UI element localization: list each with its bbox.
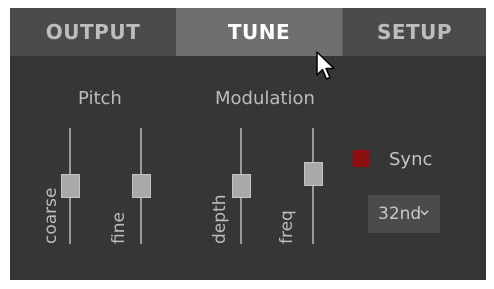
fine-slider-label: fine xyxy=(109,212,129,244)
tab-setup[interactable]: SETUP xyxy=(342,8,486,56)
chevron-down-icon xyxy=(420,210,429,216)
coarse-slider-label: coarse xyxy=(41,187,61,244)
sync-label: Sync xyxy=(389,149,433,170)
app-window: OUTPUT TUNE SETUP Pitch Modulation coars… xyxy=(0,0,494,289)
modulation-section-label: Modulation xyxy=(215,88,315,109)
coarse-slider-handle[interactable] xyxy=(61,174,80,198)
freq-slider[interactable] xyxy=(312,128,314,244)
tab-output[interactable]: OUTPUT xyxy=(10,8,176,56)
fine-slider-handle[interactable] xyxy=(132,174,151,198)
sync-rate-value: 32nd xyxy=(378,204,422,224)
tune-panel: OUTPUT TUNE SETUP Pitch Modulation coars… xyxy=(10,8,486,280)
freq-slider-label: freq xyxy=(277,210,297,244)
mouse-cursor-icon xyxy=(316,51,335,80)
sync-rate-dropdown[interactable]: 32nd xyxy=(368,195,440,233)
pitch-section-label: Pitch xyxy=(78,88,122,109)
depth-slider-label: depth xyxy=(210,194,230,244)
depth-slider-handle[interactable] xyxy=(232,174,251,198)
tab-tune[interactable]: TUNE xyxy=(176,8,342,56)
sync-checkbox[interactable] xyxy=(353,150,370,167)
freq-slider-handle[interactable] xyxy=(304,162,323,186)
